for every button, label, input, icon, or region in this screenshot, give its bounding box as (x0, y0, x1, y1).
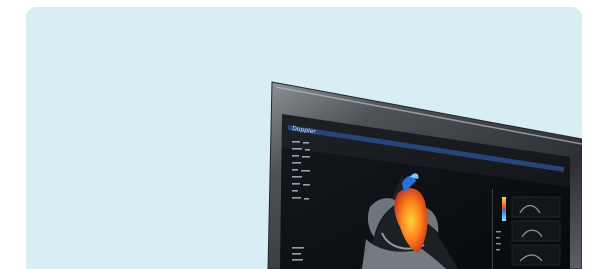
monitor-illustration: Doppler (267, 81, 582, 269)
color-scale-bar (502, 197, 506, 221)
hero-card: Doppler (26, 7, 582, 269)
